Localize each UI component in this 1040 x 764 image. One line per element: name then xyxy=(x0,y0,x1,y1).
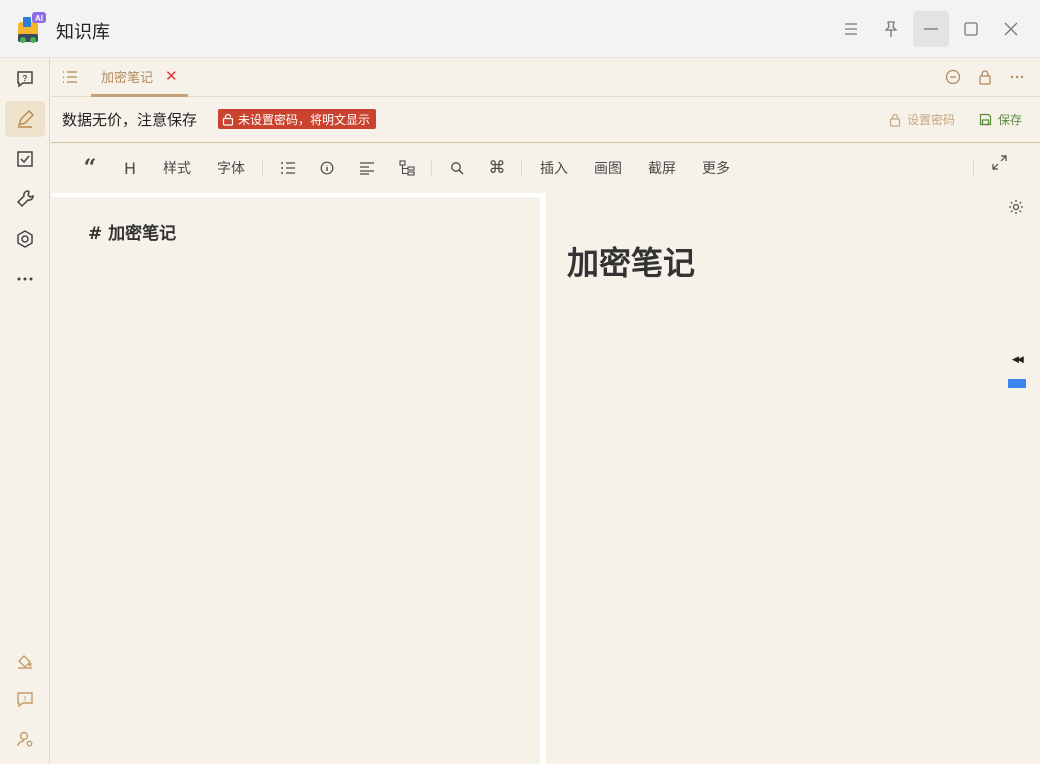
wrench-icon xyxy=(16,190,34,208)
title-bar: AI 知识库 xyxy=(0,0,1040,58)
align-left-icon xyxy=(360,162,374,175)
app-title: 知识库 xyxy=(56,22,110,43)
maximize-icon xyxy=(964,22,978,36)
screenshot-button[interactable]: 截屏 xyxy=(640,143,684,193)
tab-encrypted-note[interactable]: 加密笔记 ✕ xyxy=(91,58,188,97)
collapse-outline-icon[interactable]: ◀◀ xyxy=(1012,355,1024,365)
unencrypted-badge: 未设置密码，将明文显示 xyxy=(218,109,377,129)
rail-item-feedback[interactable]: ! xyxy=(5,682,45,718)
lock-icon xyxy=(979,70,991,85)
tab-close-icon[interactable]: ✕ xyxy=(165,67,178,85)
checkbox-icon xyxy=(17,151,33,167)
paint-bucket-icon xyxy=(18,655,32,669)
pin-button[interactable] xyxy=(873,11,909,47)
mindmap-button[interactable] xyxy=(396,143,418,193)
rail-item-more[interactable] xyxy=(5,261,45,297)
feedback-icon: ! xyxy=(17,692,33,708)
svg-text:?: ? xyxy=(23,74,28,83)
draw-button[interactable]: 画图 xyxy=(586,143,630,193)
toolbar-divider xyxy=(521,160,522,177)
tree-diagram-icon xyxy=(399,160,415,176)
comment-button[interactable] xyxy=(943,67,963,87)
rail-item-notes[interactable] xyxy=(5,101,45,137)
unlock-icon xyxy=(222,113,234,126)
style-button[interactable]: 样式 xyxy=(155,143,199,193)
close-window-button[interactable] xyxy=(993,11,1029,47)
app-logo-icon: AI xyxy=(18,12,46,43)
pencil-icon xyxy=(17,109,35,128)
tab-bar: 加密笔记 ✕ xyxy=(51,58,1040,97)
menu-button[interactable] xyxy=(833,11,869,47)
close-icon xyxy=(1004,22,1018,36)
info-button[interactable] xyxy=(317,143,337,193)
outline-list-icon xyxy=(63,71,77,83)
markdown-source-pane[interactable]: # 加密笔记 xyxy=(51,193,540,764)
expand-icon xyxy=(991,154,1007,170)
preview-settings-button[interactable] xyxy=(1008,199,1024,219)
gear-icon xyxy=(1009,200,1023,214)
rail-item-theme[interactable] xyxy=(5,643,45,679)
align-button[interactable] xyxy=(356,143,378,193)
comment-icon xyxy=(945,69,961,85)
notice-text: 数据无价，注意保存 xyxy=(62,111,198,129)
insert-button[interactable]: 插入 xyxy=(532,143,576,193)
editor-toolbar: “ H 样式 字体 ⌘ 插入 画图 截屏 更多 xyxy=(51,143,1040,193)
set-password-button[interactable]: 设置密码 xyxy=(889,111,955,128)
search-button[interactable] xyxy=(447,143,467,193)
hamburger-icon xyxy=(845,23,857,35)
save-label: 保存 xyxy=(998,113,1023,127)
toolbar-divider xyxy=(431,160,432,177)
tab-label: 加密笔记 xyxy=(101,70,154,86)
rail-item-qa[interactable]: ? xyxy=(5,61,45,97)
search-icon xyxy=(451,162,464,175)
font-button[interactable]: 字体 xyxy=(209,143,253,193)
outline-toggle-button[interactable] xyxy=(59,68,81,86)
svg-text:!: ! xyxy=(24,696,26,703)
lock-button[interactable] xyxy=(975,67,995,87)
fullscreen-button[interactable] xyxy=(988,137,1010,187)
tab-more-button[interactable] xyxy=(1007,67,1027,87)
rail-item-plugins[interactable] xyxy=(5,221,45,257)
help-chat-icon: ? xyxy=(17,71,33,88)
minimize-icon xyxy=(924,28,938,30)
badge-text: 未设置密码，将明文显示 xyxy=(238,112,371,127)
rail-item-tasks[interactable] xyxy=(5,141,45,177)
left-rail: ? ! xyxy=(0,58,50,764)
hexagon-settings-icon xyxy=(17,230,33,248)
save-notice-bar: 数据无价，注意保存 未设置密码，将明文显示 设置密码 保存 xyxy=(51,97,1040,143)
more-dots-icon xyxy=(1010,75,1024,79)
rail-item-tools[interactable] xyxy=(5,181,45,217)
toolbar-divider xyxy=(973,160,974,177)
more-dots-icon xyxy=(17,277,33,281)
user-settings-icon xyxy=(17,731,33,747)
toolbar-divider xyxy=(262,160,263,177)
maximize-button[interactable] xyxy=(953,11,989,47)
save-button[interactable]: 保存 xyxy=(979,111,1022,128)
source-heading-line[interactable]: # 加密笔记 xyxy=(88,219,176,244)
list-button[interactable] xyxy=(277,143,299,193)
command-icon[interactable]: ⌘ xyxy=(486,143,508,193)
rail-item-account[interactable] xyxy=(5,721,45,757)
heading-icon[interactable]: H xyxy=(118,143,142,193)
preview-pane: 加密笔记 ◀◀ xyxy=(546,193,1040,764)
list-icon xyxy=(281,162,295,174)
minimize-button[interactable] xyxy=(913,11,949,47)
more-button[interactable]: 更多 xyxy=(694,143,738,193)
lock-icon xyxy=(889,113,901,127)
pin-icon xyxy=(884,21,898,37)
set-password-label: 设置密码 xyxy=(907,113,956,127)
preview-heading: 加密笔记 xyxy=(567,244,696,282)
info-icon xyxy=(320,161,334,175)
quote-icon[interactable]: “ xyxy=(78,143,102,193)
logo-badge: AI xyxy=(35,14,43,23)
outline-indicator[interactable] xyxy=(1008,379,1026,388)
save-disk-icon xyxy=(979,113,992,126)
